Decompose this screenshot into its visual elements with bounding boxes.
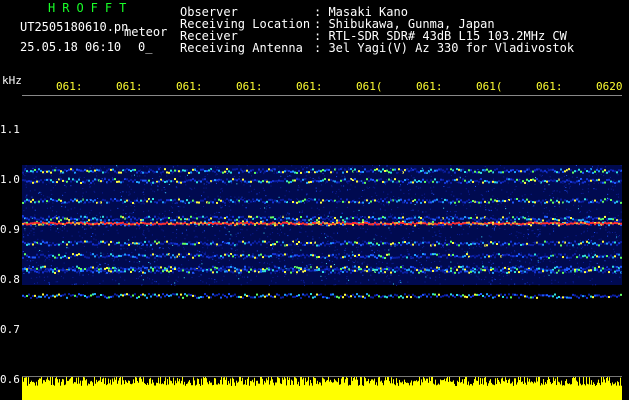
file-suffix: meteor [124, 25, 168, 39]
x-tick-label: 0620 [596, 80, 623, 93]
antenna-label: Receiving Antenna [180, 41, 303, 55]
x-tick-label: 061: [56, 80, 83, 93]
timestamp: 25.05.18 06:10 [20, 40, 122, 54]
app-name: HROFFT [48, 1, 134, 15]
y-tick-label: 0.8 [0, 273, 20, 286]
status-text: 0_ [138, 40, 153, 54]
x-tick-label: 061( [476, 80, 503, 93]
x-tick-label: 061: [536, 80, 563, 93]
y-tick-label: 0.9 [0, 223, 20, 236]
x-tick-label: 061: [416, 80, 443, 93]
baseline-rule [22, 376, 622, 377]
hrofft-window: HROFFT UT2505180610.pn meteor 25.05.18 0… [0, 0, 629, 400]
spectrogram [22, 165, 622, 400]
noise-floor [22, 376, 622, 400]
file-name: UT2505180610.pn [20, 20, 129, 34]
y-tick-label: 1.0 [0, 173, 20, 186]
y-axis-unit: kHz [2, 74, 22, 87]
y-tick-label: 0.7 [0, 323, 20, 336]
x-tick-label: 061: [296, 80, 323, 93]
x-tick-label: 061( [356, 80, 383, 93]
y-tick-label: 0.6 [0, 373, 20, 386]
x-tick-label: 061: [116, 80, 143, 93]
antenna-value: : 3el Yagi(V) Az 330 for Vladivostok [314, 41, 575, 55]
signal-band [22, 293, 622, 299]
x-tick-label: 061: [176, 80, 203, 93]
plot-frame [22, 95, 622, 96]
y-tick-label: 1.1 [0, 123, 20, 136]
x-tick-label: 061: [236, 80, 263, 93]
